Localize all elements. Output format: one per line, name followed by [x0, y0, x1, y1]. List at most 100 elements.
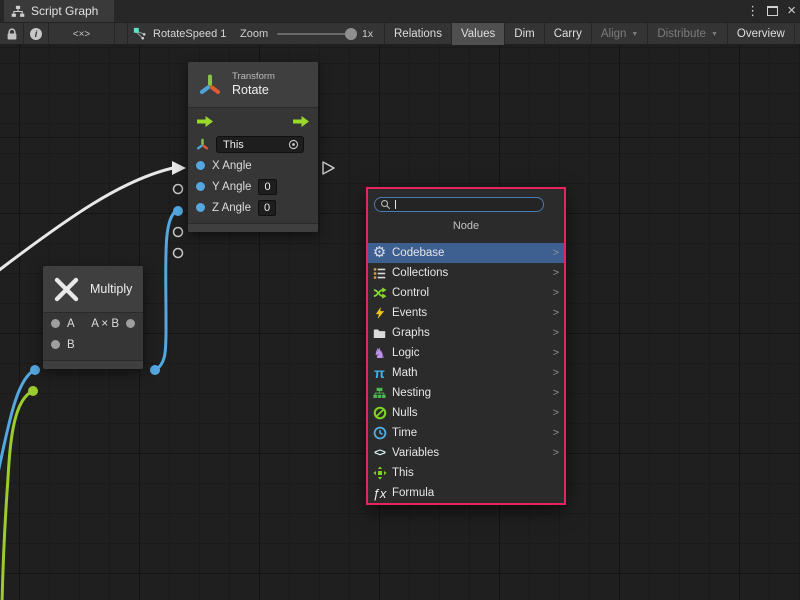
window-menu-icon[interactable]: ⋮	[746, 3, 758, 19]
knight-icon: ♞	[371, 345, 388, 361]
transform-port-icon	[196, 138, 209, 151]
toolbar-button-overview[interactable]: Overview	[728, 23, 795, 45]
multiply-b-port-dot[interactable]	[51, 340, 60, 349]
exec-input-arrow-icon[interactable]	[196, 115, 214, 128]
clock-icon	[371, 425, 388, 441]
pi-icon: π	[371, 365, 388, 381]
finder-item-this[interactable]: This	[368, 463, 564, 483]
zoom-slider-track[interactable]	[277, 33, 353, 35]
text-cursor	[395, 200, 396, 209]
finder-item-logic[interactable]: ♞ Logic >	[368, 343, 564, 363]
zoom-label: Zoom	[240, 23, 268, 45]
node-category: Transform	[232, 71, 275, 83]
node-transform-rotate[interactable]: Transform Rotate This	[188, 62, 318, 232]
finder-item-graphs[interactable]: Graphs >	[368, 323, 564, 343]
chevron-right-icon: >	[553, 427, 559, 439]
chevron-right-icon: >	[553, 287, 559, 299]
unity-script-graph-window: Script Graph ⋮ × i <×>	[0, 0, 800, 600]
toolbar-button-values[interactable]: Values	[452, 23, 505, 45]
toolbar-button-align[interactable]: Align▼	[592, 23, 649, 45]
finder-item-math[interactable]: π Math >	[368, 363, 564, 383]
chevron-right-icon: >	[553, 267, 559, 279]
zangle-port-dot[interactable]	[196, 203, 205, 212]
chevron-right-icon: >	[553, 387, 559, 399]
chevron-right-icon: >	[553, 407, 559, 419]
code-brackets-icon: <×>	[73, 29, 91, 40]
zoom-value: 1x	[362, 23, 373, 45]
object-picker-icon[interactable]	[288, 139, 299, 150]
finder-item-time[interactable]: Time >	[368, 423, 564, 443]
graph-asset-breadcrumb[interactable]: RotateSpeed 1	[133, 23, 226, 45]
null-icon	[371, 405, 388, 421]
node-multiply[interactable]: Multiply A A × B B	[43, 266, 143, 369]
chevron-right-icon: >	[553, 307, 559, 319]
node-footer	[43, 360, 143, 369]
xangle-port-dot[interactable]	[196, 161, 205, 170]
toolbar-button-carry[interactable]: Carry	[545, 23, 592, 45]
multiply-output-port-dot[interactable]	[126, 319, 135, 328]
finder-item-variables[interactable]: <> Variables >	[368, 443, 564, 463]
multiply-output-label: A × B	[91, 318, 119, 330]
transform-icon	[198, 73, 222, 97]
finder-item-codebase[interactable]: ⚙ Codebase >	[368, 243, 564, 263]
exec-output-arrow-icon[interactable]	[292, 115, 310, 128]
info-button[interactable]: i	[24, 23, 49, 45]
graph-toolbar: i <×> RotateSpeed 1 Zoom 1x Relations Va…	[0, 22, 800, 44]
code-view-button[interactable]: <×>	[49, 23, 115, 45]
control-arrows-icon	[371, 285, 388, 301]
finder-item-formula[interactable]: ƒx Formula	[368, 483, 564, 503]
finder-item-control[interactable]: Control >	[368, 283, 564, 303]
tab-title: Script Graph	[31, 4, 98, 18]
yangle-value-input[interactable]: 0	[258, 179, 276, 195]
chevron-right-icon: >	[553, 247, 559, 259]
multiply-icon	[53, 276, 80, 303]
window-maximize-icon[interactable]	[767, 6, 778, 16]
toolbar-button-relations[interactable]: Relations	[385, 23, 452, 45]
multiply-b-label: B	[67, 339, 75, 351]
toolbar-button-distribute[interactable]: Distribute▼	[648, 23, 728, 45]
node-footer	[188, 223, 318, 232]
move-icon	[371, 465, 388, 481]
finder-search-input[interactable]	[374, 197, 544, 212]
gear-icon: ⚙	[371, 245, 388, 261]
dropdown-caret-icon: ▼	[711, 31, 718, 38]
graph-tree-icon	[11, 4, 25, 19]
yangle-port-dot[interactable]	[196, 182, 205, 191]
tab-bar: Script Graph ⋮ ×	[0, 0, 800, 22]
dropdown-caret-icon: ▼	[631, 31, 638, 38]
lock-button[interactable]	[0, 23, 24, 45]
toolbar-button-dim[interactable]: Dim	[505, 23, 544, 45]
list-icon	[371, 265, 388, 281]
finder-item-nesting[interactable]: Nesting >	[368, 383, 564, 403]
node-header[interactable]: Transform Rotate	[188, 62, 318, 108]
window-close-icon[interactable]: ×	[787, 6, 796, 16]
finder-item-nulls[interactable]: Nulls >	[368, 403, 564, 423]
zangle-port-label: Z Angle	[212, 202, 251, 214]
graph-asset-label: RotateSpeed 1	[153, 28, 226, 40]
brackets-icon: <>	[371, 445, 388, 461]
finder-item-collections[interactable]: Collections >	[368, 263, 564, 283]
node-title: Multiply	[90, 282, 132, 296]
zoom-slider-handle[interactable]	[345, 28, 357, 40]
nesting-icon	[371, 385, 388, 401]
chevron-right-icon: >	[553, 327, 559, 339]
node-header[interactable]: Multiply	[43, 266, 143, 313]
toolbar-button-fullscreen[interactable]: Full Screen	[795, 23, 800, 45]
graph-asset-icon	[133, 27, 147, 41]
chevron-right-icon: >	[553, 447, 559, 459]
lightning-icon	[371, 305, 388, 321]
folder-icon	[371, 325, 388, 341]
info-icon: i	[30, 28, 42, 40]
zangle-value-input[interactable]: 0	[258, 200, 276, 216]
node-title: Rotate	[232, 83, 275, 99]
fuzzy-finder-popup: Node ⚙ Codebase > Coll	[366, 187, 566, 505]
this-field-value: This	[223, 139, 288, 151]
multiply-a-label: A	[67, 318, 75, 330]
multiply-a-port-dot[interactable]	[51, 319, 60, 328]
tab-script-graph[interactable]: Script Graph	[4, 0, 114, 22]
finder-item-list: ⚙ Codebase > Collections >	[368, 243, 564, 503]
this-object-field[interactable]: This	[216, 136, 304, 153]
lock-icon	[6, 28, 18, 41]
xangle-port-label: X Angle	[212, 160, 252, 172]
finder-item-events[interactable]: Events >	[368, 303, 564, 323]
